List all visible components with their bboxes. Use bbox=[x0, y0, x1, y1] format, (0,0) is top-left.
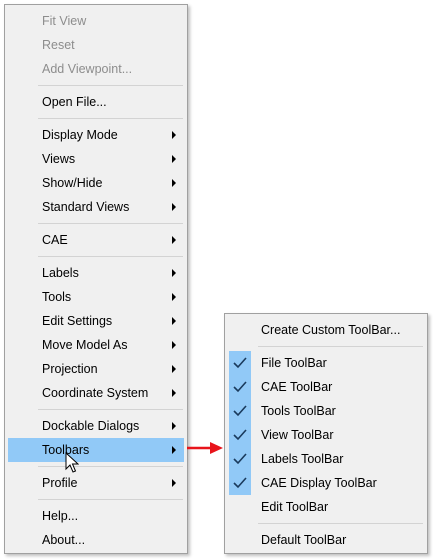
menu-item-label: Dockable Dialogs bbox=[42, 419, 140, 433]
menu-item-label: Reset bbox=[42, 38, 75, 52]
menu-item-label: Display Mode bbox=[42, 128, 118, 142]
context-menu: Fit View Reset Add Viewpoint... Open Fil… bbox=[4, 4, 188, 554]
submenu-arrow-icon bbox=[172, 341, 176, 349]
menu-item-label: Edit Settings bbox=[42, 314, 113, 328]
menu-item-fit-view: Fit View bbox=[5, 9, 187, 33]
menu-item-label: Views bbox=[42, 152, 76, 166]
menu-item-label: Help... bbox=[42, 509, 79, 523]
menu-item-help[interactable]: Help... bbox=[5, 504, 187, 528]
menu-item-label: CAE ToolBar bbox=[261, 380, 333, 394]
toolbars-submenu: Create Custom ToolBar... File ToolBar CA… bbox=[224, 313, 428, 554]
menu-item-label: Default ToolBar bbox=[261, 533, 347, 547]
menu-item-label: CAE bbox=[42, 233, 68, 247]
menu-item-label: Add Viewpoint... bbox=[42, 62, 133, 76]
menu-item-label: Tools ToolBar bbox=[261, 404, 336, 418]
submenu-arrow-icon bbox=[172, 317, 176, 325]
menu-item-label: Show/Hide bbox=[42, 176, 103, 190]
check-icon bbox=[229, 351, 251, 375]
menu-item-display-mode[interactable]: Display Mode bbox=[5, 123, 187, 147]
menu-item-open-file[interactable]: Open File... bbox=[5, 90, 187, 114]
submenu-arrow-icon bbox=[172, 269, 176, 277]
submenu-item-default-toolbar[interactable]: Default ToolBar bbox=[225, 528, 427, 552]
menu-separator bbox=[38, 409, 183, 410]
submenu-arrow-icon bbox=[172, 479, 176, 487]
submenu-item-cae-toolbar[interactable]: CAE ToolBar bbox=[225, 375, 427, 399]
menu-item-standard-views[interactable]: Standard Views bbox=[5, 195, 187, 219]
submenu-arrow-icon bbox=[172, 236, 176, 244]
submenu-arrow-icon bbox=[172, 389, 176, 397]
menu-item-label: Profile bbox=[42, 476, 78, 490]
submenu-item-tools-toolbar[interactable]: Tools ToolBar bbox=[225, 399, 427, 423]
submenu-item-view-toolbar[interactable]: View ToolBar bbox=[225, 423, 427, 447]
submenu-arrow-icon bbox=[172, 131, 176, 139]
menu-item-label: Create Custom ToolBar... bbox=[261, 323, 401, 337]
menu-item-label: File ToolBar bbox=[261, 356, 327, 370]
submenu-arrow-icon bbox=[172, 155, 176, 163]
menu-item-edit-settings[interactable]: Edit Settings bbox=[5, 309, 187, 333]
menu-item-toolbars[interactable]: Toolbars bbox=[8, 438, 184, 462]
menu-item-move-model-as[interactable]: Move Model As bbox=[5, 333, 187, 357]
check-icon bbox=[229, 399, 251, 423]
menu-item-profile[interactable]: Profile bbox=[5, 471, 187, 495]
menu-separator bbox=[38, 118, 183, 119]
menu-item-label: Coordinate System bbox=[42, 386, 149, 400]
menu-item-projection[interactable]: Projection bbox=[5, 357, 187, 381]
menu-item-add-viewpoint: Add Viewpoint... bbox=[5, 57, 187, 81]
menu-separator bbox=[38, 85, 183, 86]
check-icon bbox=[229, 423, 251, 447]
submenu-item-edit-toolbar[interactable]: Edit ToolBar bbox=[225, 495, 427, 519]
menu-item-label: View ToolBar bbox=[261, 428, 334, 442]
menu-item-reset: Reset bbox=[5, 33, 187, 57]
menu-item-views[interactable]: Views bbox=[5, 147, 187, 171]
submenu-arrow-icon bbox=[172, 179, 176, 187]
menu-item-label: Move Model As bbox=[42, 338, 128, 352]
submenu-item-create-custom-toolbar[interactable]: Create Custom ToolBar... bbox=[225, 318, 427, 342]
menu-item-label: Standard Views bbox=[42, 200, 130, 214]
check-icon bbox=[229, 471, 251, 495]
menu-separator bbox=[258, 346, 423, 347]
menu-item-label: Tools bbox=[42, 290, 72, 304]
menu-item-about[interactable]: About... bbox=[5, 528, 187, 552]
check-icon bbox=[229, 447, 251, 471]
menu-item-label: Open File... bbox=[42, 95, 107, 109]
menu-separator bbox=[38, 256, 183, 257]
red-arrow-icon bbox=[187, 442, 223, 454]
submenu-item-labels-toolbar[interactable]: Labels ToolBar bbox=[225, 447, 427, 471]
submenu-arrow-icon bbox=[172, 203, 176, 211]
submenu-item-file-toolbar[interactable]: File ToolBar bbox=[225, 351, 427, 375]
menu-item-labels[interactable]: Labels bbox=[5, 261, 187, 285]
menu-item-label: CAE Display ToolBar bbox=[261, 476, 377, 490]
submenu-arrow-icon bbox=[172, 293, 176, 301]
mouse-cursor-icon bbox=[65, 452, 79, 473]
submenu-item-cae-display-toolbar[interactable]: CAE Display ToolBar bbox=[225, 471, 427, 495]
menu-item-label: Fit View bbox=[42, 14, 87, 28]
menu-item-label: Edit ToolBar bbox=[261, 500, 329, 514]
menu-separator bbox=[38, 499, 183, 500]
menu-item-tools[interactable]: Tools bbox=[5, 285, 187, 309]
submenu-arrow-icon bbox=[172, 422, 176, 430]
menu-item-label: Labels ToolBar bbox=[261, 452, 344, 466]
menu-item-label: About... bbox=[42, 533, 86, 547]
menu-item-cae[interactable]: CAE bbox=[5, 228, 187, 252]
menu-item-label: Labels bbox=[42, 266, 79, 280]
menu-item-coordinate-system[interactable]: Coordinate System bbox=[5, 381, 187, 405]
menu-separator bbox=[38, 466, 183, 467]
check-icon bbox=[229, 375, 251, 399]
submenu-arrow-icon bbox=[172, 446, 176, 454]
menu-item-show-hide[interactable]: Show/Hide bbox=[5, 171, 187, 195]
submenu-arrow-icon bbox=[172, 365, 176, 373]
menu-item-label: Projection bbox=[42, 362, 98, 376]
menu-separator bbox=[258, 523, 423, 524]
menu-item-dockable-dialogs[interactable]: Dockable Dialogs bbox=[5, 414, 187, 438]
menu-separator bbox=[38, 223, 183, 224]
